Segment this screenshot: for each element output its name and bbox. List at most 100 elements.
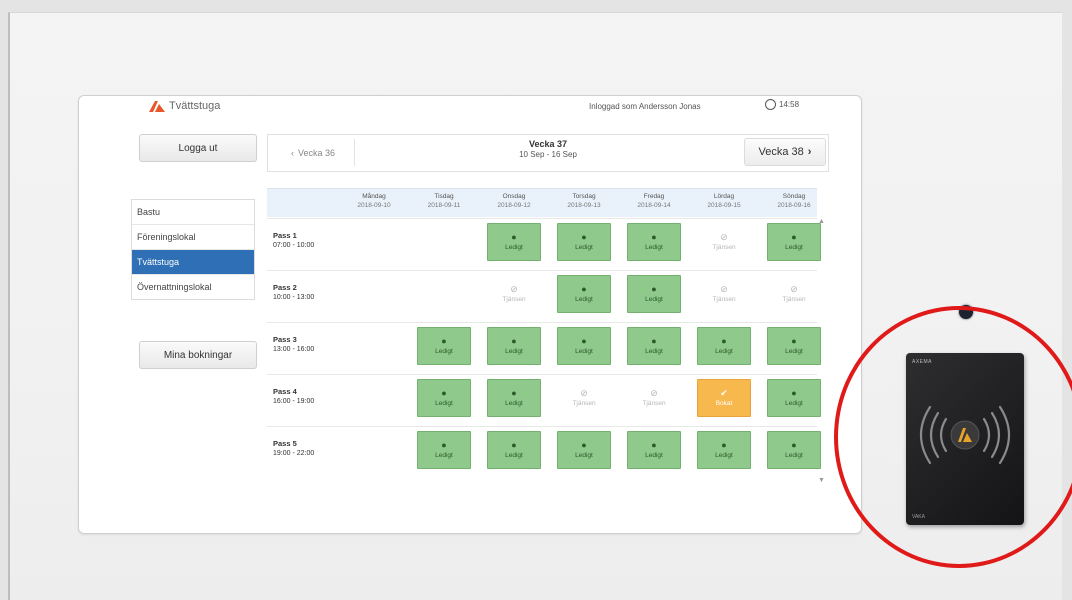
menu-item-overnattningslokal[interactable]: Övernattningslokal bbox=[132, 275, 254, 299]
day-name: Torsdag bbox=[572, 193, 596, 200]
day-name: Lördag bbox=[713, 193, 735, 200]
slot-free[interactable]: ● Ledigt bbox=[627, 275, 681, 313]
free-slot-icon: ● bbox=[581, 336, 587, 346]
slot-free[interactable]: ● Ledigt bbox=[557, 327, 611, 365]
clock-icon bbox=[765, 99, 776, 110]
day-header: Torsdag 2018-09-13 bbox=[551, 192, 617, 210]
day-header-row: Måndag 2018-09-10 Tisdag 2018-09-11 Onsdag 20… bbox=[267, 188, 817, 217]
slot-status: Ledigt bbox=[785, 348, 803, 355]
day-date: 2018-09-14 bbox=[637, 202, 671, 209]
day-date: 2018-09-13 bbox=[567, 202, 601, 209]
logout-button[interactable]: Logga ut bbox=[139, 134, 257, 162]
pass-name: Pass 4 bbox=[273, 387, 297, 396]
prev-week-button[interactable]: ‹ Vecka 36 bbox=[272, 139, 355, 166]
free-slot-icon: ● bbox=[651, 284, 657, 294]
slot-free[interactable]: ● Ledigt bbox=[767, 379, 821, 417]
slot-free[interactable]: ● Ledigt bbox=[767, 327, 821, 365]
free-slot-icon: ● bbox=[721, 440, 727, 450]
menu-item-foreningslokal[interactable]: Föreningslokal bbox=[132, 225, 254, 250]
free-slot-icon: ● bbox=[581, 440, 587, 450]
slot-booked[interactable]: ✔ Bokat bbox=[697, 379, 751, 417]
slot-free[interactable]: ● Ledigt bbox=[627, 431, 681, 469]
pass-name: Pass 3 bbox=[273, 335, 297, 344]
slot-free[interactable]: ● Ledigt bbox=[417, 431, 471, 469]
free-slot-icon: ● bbox=[511, 440, 517, 450]
unavailable-icon: ⊘ bbox=[650, 388, 658, 398]
slot-free[interactable]: ● Ledigt bbox=[487, 327, 541, 365]
free-slot-icon: ● bbox=[651, 232, 657, 242]
free-slot-icon: ● bbox=[651, 440, 657, 450]
day-date: 2018-09-16 bbox=[777, 202, 811, 209]
slot-free[interactable]: ● Ledigt bbox=[487, 431, 541, 469]
slot-free[interactable]: ● Ledigt bbox=[767, 223, 821, 261]
pass-row: Pass 3 13:00 - 16:00 ● Ledigt ● Ledigt ● Ledigt… bbox=[267, 322, 821, 369]
schedule-scrollbar[interactable]: ▲ ▼ bbox=[817, 216, 827, 486]
slot-status: Bokat bbox=[715, 400, 733, 407]
slot-free[interactable]: ● Ledigt bbox=[627, 327, 681, 365]
day-header: Fredag 2018-09-14 bbox=[621, 192, 687, 210]
slot-past: ⊘ Tjänsen bbox=[767, 275, 821, 313]
week-title: Vecka 37 bbox=[528, 139, 568, 149]
scroll-down-icon[interactable]: ▼ bbox=[818, 477, 825, 484]
pass-time: 19:00 - 22:00 bbox=[273, 450, 315, 457]
day-header: Lördag 2018-09-15 bbox=[691, 192, 757, 210]
free-slot-icon: ● bbox=[791, 440, 797, 450]
slot-free[interactable]: ● Ledigt bbox=[697, 431, 751, 469]
day-name: Fredag bbox=[643, 193, 665, 200]
slot-free[interactable]: ● Ledigt bbox=[557, 431, 611, 469]
day-date: 2018-09-12 bbox=[497, 202, 531, 209]
week-navigation: ‹ Vecka 36 Vecka 37 10 Sep - 16 Sep Veck… bbox=[267, 134, 829, 172]
slot-status: Ledigt bbox=[645, 348, 663, 355]
scroll-up-icon[interactable]: ▲ bbox=[818, 218, 825, 225]
slot-free[interactable]: ● Ledigt bbox=[417, 327, 471, 365]
slot-free[interactable]: ● Ledigt bbox=[697, 327, 751, 365]
day-header: Måndag 2018-09-10 bbox=[341, 192, 407, 210]
slot-status: Tjänsen bbox=[712, 296, 736, 303]
unavailable-icon: ⊘ bbox=[720, 284, 728, 294]
free-slot-icon: ● bbox=[651, 336, 657, 346]
slot-status: Ledigt bbox=[645, 452, 663, 459]
day-header: Onsdag 2018-09-12 bbox=[481, 192, 547, 210]
slot-status: Ledigt bbox=[785, 452, 803, 459]
slot-free[interactable]: ● Ledigt bbox=[487, 379, 541, 417]
free-slot-icon: ● bbox=[791, 336, 797, 346]
slot-free[interactable]: ● Ledigt bbox=[767, 431, 821, 469]
slot-status: Ledigt bbox=[645, 244, 663, 251]
week-range: 10 Sep - 16 Sep bbox=[519, 150, 577, 159]
slot-status: Ledigt bbox=[575, 244, 593, 251]
day-header: Tisdag 2018-09-11 bbox=[411, 192, 477, 210]
menu-item-bastu[interactable]: Bastu bbox=[132, 200, 254, 225]
menu-item-tvattstuga[interactable]: Tvättstuga bbox=[132, 250, 254, 275]
pass-label: Pass 3 13:00 - 16:00 bbox=[273, 335, 314, 354]
slot-status: Tjänsen bbox=[782, 296, 806, 303]
pass-label: Pass 5 19:00 - 22:00 bbox=[273, 439, 314, 458]
next-week-label: Vecka 38 bbox=[758, 146, 804, 158]
facility-menu: Bastu Föreningslokal Tvättstuga Övernatt… bbox=[131, 199, 255, 300]
slot-past: ⊘ Tjänsen bbox=[697, 275, 751, 313]
my-bookings-button[interactable]: Mina bokningar bbox=[139, 341, 257, 369]
slot-status: Ledigt bbox=[505, 244, 523, 251]
day-name: Onsdag bbox=[502, 193, 526, 200]
free-slot-icon: ● bbox=[791, 388, 797, 398]
unavailable-icon: ⊘ bbox=[790, 284, 798, 294]
slot-past: ⊘ Tjänsen bbox=[557, 379, 611, 417]
slot-status: Tjänsen bbox=[642, 400, 666, 407]
slot-status: Ledigt bbox=[645, 296, 663, 303]
pass-time: 10:00 - 13:00 bbox=[273, 294, 315, 301]
slot-status: Tjänsen bbox=[502, 296, 526, 303]
slot-free[interactable]: ● Ledigt bbox=[487, 223, 541, 261]
slot-free[interactable]: ● Ledigt bbox=[557, 223, 611, 261]
slot-free[interactable]: ● Ledigt bbox=[627, 223, 681, 261]
slot-status: Ledigt bbox=[435, 400, 453, 407]
slot-free[interactable]: ● Ledigt bbox=[417, 379, 471, 417]
slot-free[interactable]: ● Ledigt bbox=[557, 275, 611, 313]
next-week-button[interactable]: Vecka 38 › bbox=[744, 138, 826, 166]
pass-time: 13:00 - 16:00 bbox=[273, 346, 315, 353]
unavailable-icon: ⊘ bbox=[510, 284, 518, 294]
pass-label: Pass 2 10:00 - 13:00 bbox=[273, 283, 314, 302]
free-slot-icon: ● bbox=[511, 388, 517, 398]
slot-status: Ledigt bbox=[715, 348, 733, 355]
slot-status: Tjänsen bbox=[712, 244, 736, 251]
pass-name: Pass 2 bbox=[273, 283, 297, 292]
pass-row: Pass 5 19:00 - 22:00 ● Ledigt ● Ledigt ● Ledigt… bbox=[267, 426, 821, 473]
